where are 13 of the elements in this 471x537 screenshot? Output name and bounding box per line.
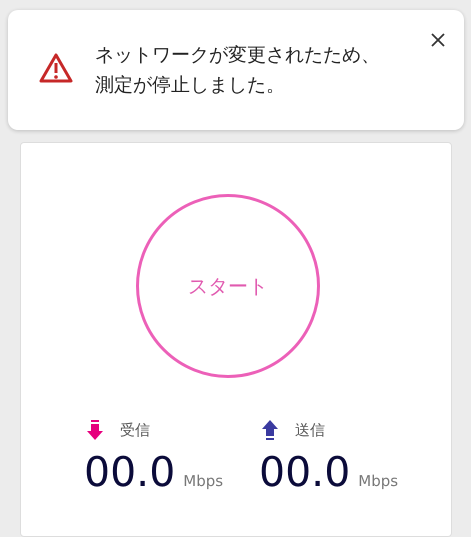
- upload-arrow-icon: [262, 420, 278, 440]
- warning-icon: [38, 52, 74, 84]
- speed-value: 00.0: [84, 448, 176, 496]
- close-button[interactable]: [430, 32, 446, 48]
- close-icon: [430, 32, 446, 48]
- speed-unit: Mbps: [358, 472, 398, 490]
- speed-unit: Mbps: [183, 472, 224, 490]
- alert-message: ネットワークが変更されたため、測定が停止しました。: [95, 43, 381, 98]
- download-arrow-icon: [87, 420, 103, 440]
- start-button[interactable]: スタート: [136, 194, 320, 378]
- speed-value: 00.0: [259, 448, 350, 496]
- metric-label: 受信: [120, 420, 150, 440]
- metric-label: 送信: [295, 420, 325, 440]
